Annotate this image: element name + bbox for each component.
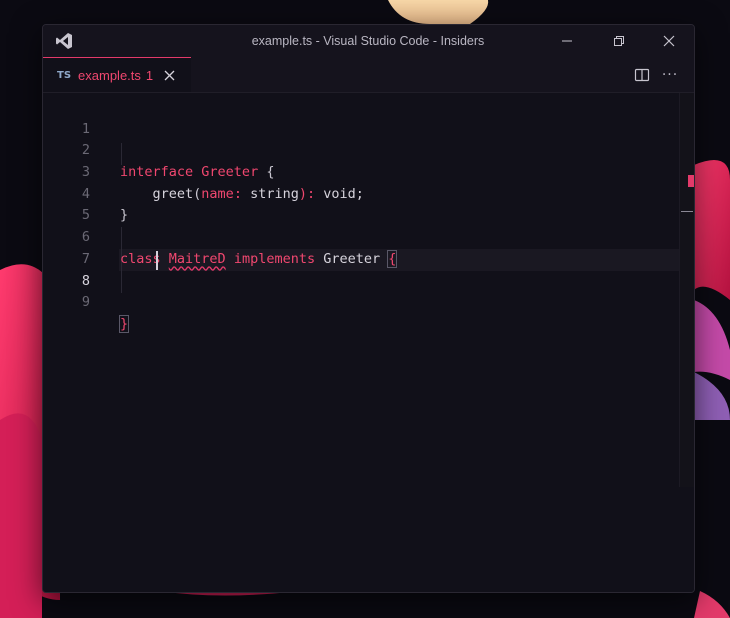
code-line: 8 <box>43 249 694 289</box>
close-window-button[interactable] <box>646 25 692 57</box>
window-title: example.ts - Visual Studio Code - Inside… <box>251 34 485 48</box>
code-line: 4 } <box>43 162 694 224</box>
code-line: 9 } <box>43 271 694 333</box>
line-number: 9 <box>81 294 90 311</box>
restore-icon <box>614 36 624 46</box>
editor-tab-bar: TS example.ts 1 ··· <box>43 57 694 93</box>
error-overview-marker <box>688 175 694 187</box>
code-editor[interactable]: 1 2 interface Greeter { 3 greet(name: st… <box>43 93 694 592</box>
code-lines: 1 2 interface Greeter { 3 greet(name: st… <box>43 97 694 333</box>
restore-button[interactable] <box>596 25 642 57</box>
vertical-scrollbar[interactable] <box>679 93 694 487</box>
title-bar: example.ts - Visual Studio Code - Inside… <box>43 25 694 57</box>
close-icon <box>164 70 175 80</box>
minimize-icon <box>562 40 572 42</box>
more-actions-icon[interactable]: ··· <box>660 66 680 84</box>
cursor-overview-marker <box>681 211 693 212</box>
close-icon <box>663 35 675 47</box>
code-line: 1 <box>43 97 694 137</box>
vscode-insiders-logo-icon[interactable] <box>54 31 74 51</box>
tab-example-ts[interactable]: TS example.ts 1 <box>43 57 191 92</box>
code-line: 3 greet(name: string): void; <box>43 140 694 202</box>
vscode-window: example.ts - Visual Studio Code - Inside… <box>42 24 695 593</box>
tab-file-name: example.ts <box>78 67 141 83</box>
split-editor-icon[interactable] <box>634 67 650 83</box>
code-line: 2 interface Greeter { <box>43 119 694 180</box>
typescript-file-icon: TS <box>57 69 72 81</box>
matched-close-brace: } <box>118 314 130 333</box>
code-text: } <box>118 314 130 336</box>
code-line: 7 <box>43 227 694 267</box>
text-cursor <box>156 251 158 270</box>
code-line: 5 <box>43 184 694 223</box>
tab-problem-count: 1 <box>145 67 154 83</box>
code-line: 6 class MaitreD implements Greeter { <box>43 205 694 268</box>
minimize-button[interactable] <box>544 25 590 57</box>
tab-close-button[interactable] <box>162 68 176 82</box>
